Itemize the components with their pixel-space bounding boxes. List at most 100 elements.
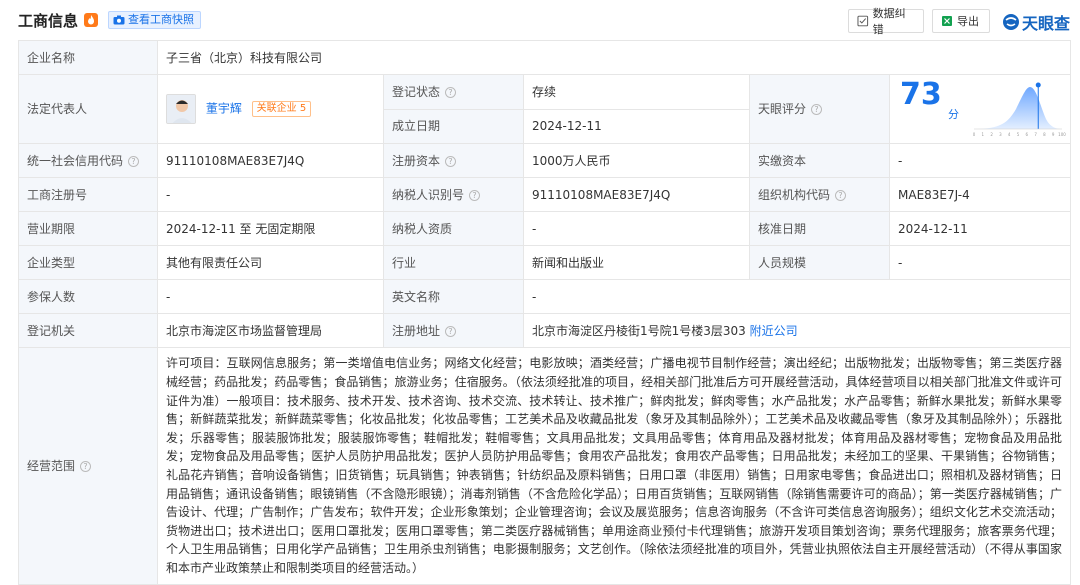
help-icon[interactable]: ?: [80, 461, 92, 472]
distribution-area: [974, 87, 1062, 129]
camera-icon: [113, 15, 125, 25]
score-axis-tick: 7: [1034, 132, 1037, 137]
address-label-cell: 注册地址?: [383, 313, 524, 348]
legal-rep-name-link[interactable]: 董宇辉: [206, 102, 242, 116]
taxpayer-id: 91110108MAE83E7J4Q: [523, 177, 750, 212]
score-axis-tick: 2: [990, 132, 993, 137]
help-icon[interactable]: ?: [445, 86, 457, 98]
score-axis-tick: 5: [1017, 132, 1020, 137]
business-info-table: 企业名称 子三省（北京）科技有限公司 法定代表人 董宇辉 关联企业 5 登记状态…: [18, 40, 1072, 585]
related-companies-label: 关联企业: [256, 103, 297, 114]
business-scope: 许可项目：互联网信息服务；第一类增值电信业务；网络文化经营；电影放映；酒类经营；…: [156, 347, 1072, 585]
logo-text: 天眼查: [1022, 14, 1071, 33]
insured: -: [157, 279, 384, 314]
help-icon[interactable]: ?: [128, 155, 140, 167]
reg-status-label-cell: 登记状态?: [383, 74, 524, 110]
related-companies-badge[interactable]: 关联企业 5: [251, 101, 312, 117]
score-axis-tick: 6: [1026, 132, 1029, 137]
score-axis-tick: 9: [1052, 132, 1055, 137]
table-row: 营业期限 2024-12-11 至 无固定期限 纳税人资质 - 核准日期 202…: [18, 211, 1072, 246]
view-snapshot-label: 查看工商快照: [128, 13, 194, 26]
address: 北京市海淀区丹棱街1号院1号楼3层303: [532, 323, 746, 338]
org-code-label: 组织机构代码: [758, 187, 831, 202]
company-name: 子三省（北京）科技有限公司: [156, 40, 1072, 75]
table-row: 企业类型 其他有限责任公司 行业 新闻和出版业 人员规模 -: [18, 245, 1072, 280]
reg-capital-label: 注册资本: [392, 153, 441, 168]
table-row: 法定代表人 董宇辉 关联企业 5 登记状态? 存续 天眼评分? 73 分 012…: [18, 74, 1072, 144]
related-companies-count: 5: [299, 103, 307, 114]
table-row: 统一社会信用代码? 91110108MAE83E7J4Q 注册资本? 1000万…: [18, 143, 1072, 178]
score-label: 天眼评分: [758, 102, 807, 116]
score-axis-tick: 4: [1008, 132, 1011, 137]
reg-status: 存续: [523, 74, 750, 110]
help-icon[interactable]: ?: [445, 155, 457, 167]
taxpayer-id-label: 纳税人识别号: [392, 187, 465, 202]
org-code: MAE83E7J-4: [888, 177, 1072, 212]
ent-type: 其他有限责任公司: [157, 245, 384, 280]
reg-capital: 1000万人民币: [523, 143, 750, 178]
approval-date-label: 核准日期: [749, 211, 890, 246]
export-label: 导出: [957, 15, 979, 28]
logo-icon: [1003, 14, 1019, 30]
table-row: 工商注册号 - 纳税人识别号? 91110108MAE83E7J4Q 组织机构代…: [18, 177, 1072, 212]
score-cell[interactable]: 73 分 0 1 2 3 4 5 6 7 8 9 100: [888, 74, 1072, 144]
credit-code-label-cell: 统一社会信用代码?: [18, 143, 158, 178]
score-unit: 分: [948, 108, 959, 121]
help-icon[interactable]: ?: [811, 104, 823, 115]
founded: 2024-12-11: [523, 108, 750, 144]
score-axis-tick: 3: [999, 132, 1002, 137]
help-icon[interactable]: ?: [835, 189, 847, 201]
score-axis-tick: 0: [973, 132, 976, 137]
export-button[interactable]: 导出: [932, 9, 990, 33]
score-value: 73: [900, 77, 942, 112]
tianyancha-logo: 天眼查: [1002, 10, 1070, 34]
industry-label: 行业: [383, 245, 524, 280]
address-cell: 北京市海淀区丹棱街1号院1号楼3层303 附近公司: [522, 313, 1072, 348]
biz-reg-no: -: [157, 177, 384, 212]
staff-size: -: [888, 245, 1072, 280]
scope-label-cell: 经营范围?: [18, 347, 158, 585]
ent-type-label: 企业类型: [18, 245, 158, 280]
authority-label: 登记机关: [18, 313, 158, 348]
help-icon[interactable]: ?: [469, 189, 481, 201]
correction-icon: [857, 15, 869, 27]
taxpayer-qual-label: 纳税人资质: [383, 211, 524, 246]
legal-rep-cell: 董宇辉 关联企业 5: [157, 74, 384, 144]
fire-icon[interactable]: [84, 13, 98, 27]
table-row: 企业名称 子三省（北京）科技有限公司: [18, 40, 1072, 75]
staff-size-label: 人员规模: [749, 245, 890, 280]
legal-rep-label: 法定代表人: [18, 74, 158, 144]
term-label: 营业期限: [18, 211, 158, 246]
table-row: 经营范围? 许可项目：互联网信息服务；第一类增值电信业务；网络文化经营；电影放映…: [18, 347, 1072, 585]
view-snapshot-button[interactable]: 查看工商快照: [108, 11, 201, 29]
avatar[interactable]: [166, 94, 196, 124]
score-axis-tick: 1: [982, 132, 985, 137]
credit-code: 91110108MAE83E7J4Q: [157, 143, 384, 178]
approval-date: 2024-12-11: [888, 211, 1072, 246]
org-code-label-cell: 组织机构代码?: [749, 177, 890, 212]
taxpayer-id-label-cell: 纳税人识别号?: [383, 177, 524, 212]
term: 2024-12-11 至 无固定期限: [157, 211, 384, 246]
reg-status-label: 登记状态: [392, 84, 441, 99]
taxpayer-qual: -: [523, 211, 750, 246]
company-name-label: 企业名称: [18, 40, 158, 75]
data-correction-label: 数据纠错: [872, 7, 906, 36]
help-icon[interactable]: ?: [445, 325, 457, 337]
nearby-companies-link[interactable]: 附近公司: [750, 324, 798, 338]
authority: 北京市海淀区市场监督管理局: [157, 313, 384, 348]
paid-capital: -: [888, 143, 1072, 178]
english-name-label: 英文名称: [383, 279, 524, 314]
biz-reg-no-label: 工商注册号: [18, 177, 158, 212]
score-label-cell: 天眼评分?: [749, 74, 890, 144]
table-row: 参保人数 - 英文名称 -: [18, 279, 1072, 314]
score-axis-tick: 100: [1058, 132, 1066, 137]
scope-label: 经营范围: [27, 459, 76, 473]
industry: 新闻和出版业: [523, 245, 750, 280]
score-distribution-chart: 0 1 2 3 4 5 6 7 8 9 100: [973, 82, 1066, 137]
section-header: 工商信息 查看工商快照 数据纠错 导出 天眼查: [0, 0, 1080, 40]
data-correction-button[interactable]: 数据纠错: [848, 7, 924, 36]
english-name: -: [522, 279, 1072, 314]
insured-label: 参保人数: [18, 279, 158, 314]
export-icon: [942, 16, 952, 26]
section-title: 工商信息: [18, 12, 79, 30]
